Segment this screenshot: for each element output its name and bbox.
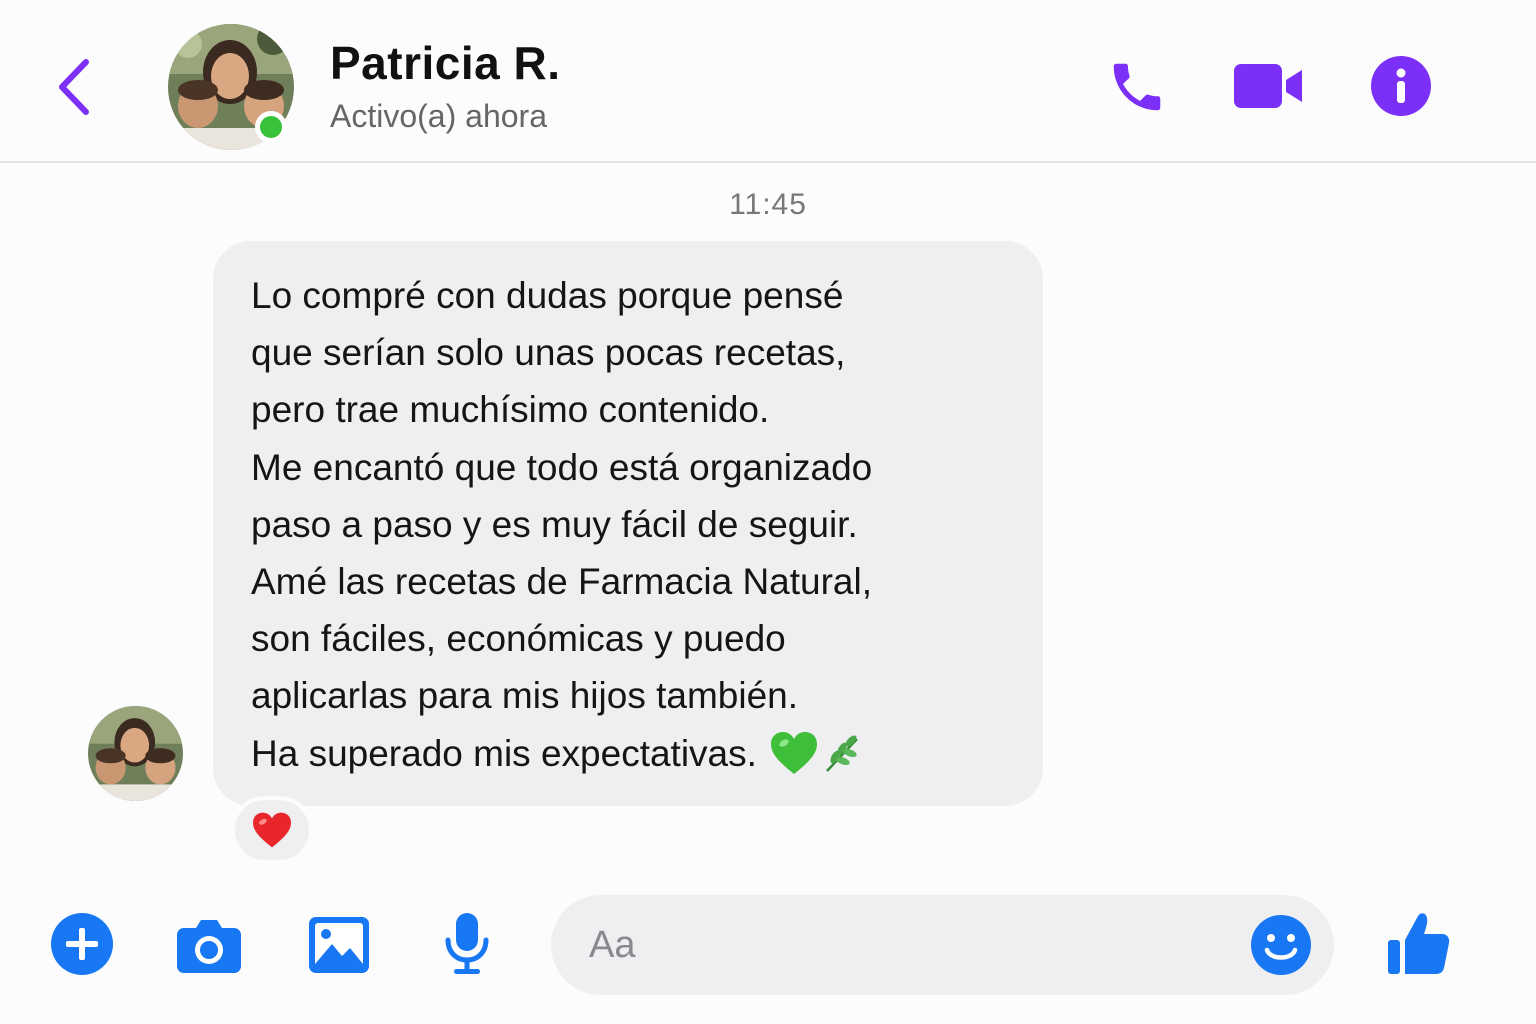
green-heart-icon	[770, 732, 817, 775]
message-line: Me encantó que todo está organizado	[251, 446, 873, 488]
message-line: son fáciles, económicas y puedo	[251, 618, 786, 660]
contact-name[interactable]: Patricia R.	[330, 36, 561, 90]
smiley-icon	[1251, 915, 1311, 975]
camera-icon	[177, 920, 241, 973]
camera-button[interactable]	[176, 916, 242, 979]
phone-icon	[1113, 63, 1161, 111]
message-line-text: Ha superado mis expectativas.	[251, 732, 757, 774]
red-heart-icon	[253, 812, 291, 848]
message-line-last: Ha superado mis expectativas.	[251, 725, 1013, 782]
more-actions-button[interactable]	[50, 912, 114, 981]
video-camera-icon	[1234, 64, 1302, 108]
message-timestamp: 11:45	[729, 188, 807, 221]
message-reaction[interactable]	[231, 796, 313, 864]
message-line: que serían solo unas pocas recetas,	[251, 332, 846, 374]
message-composer	[551, 895, 1334, 995]
contact-status: Activo(a) ahora	[330, 98, 547, 134]
voice-message-button[interactable]	[443, 912, 491, 981]
conversation-info-button[interactable]	[1370, 55, 1432, 122]
emoji-button[interactable]	[1250, 914, 1312, 981]
back-button[interactable]	[50, 52, 110, 122]
thumbs-up-icon	[1388, 913, 1450, 974]
sender-avatar[interactable]	[88, 706, 183, 801]
herb-icon	[826, 735, 858, 773]
phone-call-button[interactable]	[1106, 56, 1168, 123]
online-status-dot	[255, 111, 287, 143]
video-call-button[interactable]	[1232, 60, 1304, 117]
chevron-left-icon	[59, 59, 89, 115]
microphone-icon	[445, 913, 489, 974]
message-line: Amé las recetas de Farmacia Natural,	[251, 561, 873, 603]
message-input[interactable]	[589, 919, 1209, 971]
info-icon	[1371, 56, 1431, 116]
message-line: pero trae muchísimo contenido.	[251, 389, 770, 431]
message-bubble[interactable]: Lo compré con dudas porque pensé que ser…	[213, 241, 1043, 806]
message-line: Lo compré con dudas porque pensé	[251, 275, 844, 316]
message-line: aplicarlas para mis hijos también.	[251, 675, 799, 717]
image-icon	[309, 917, 369, 973]
message-line: paso a paso y es muy fácil de seguir.	[251, 503, 858, 545]
like-button[interactable]	[1386, 910, 1450, 981]
plus-icon	[51, 913, 113, 975]
gallery-button[interactable]	[308, 916, 370, 979]
chat-header: Patricia R. Activo(a) ahora	[0, 0, 1536, 163]
